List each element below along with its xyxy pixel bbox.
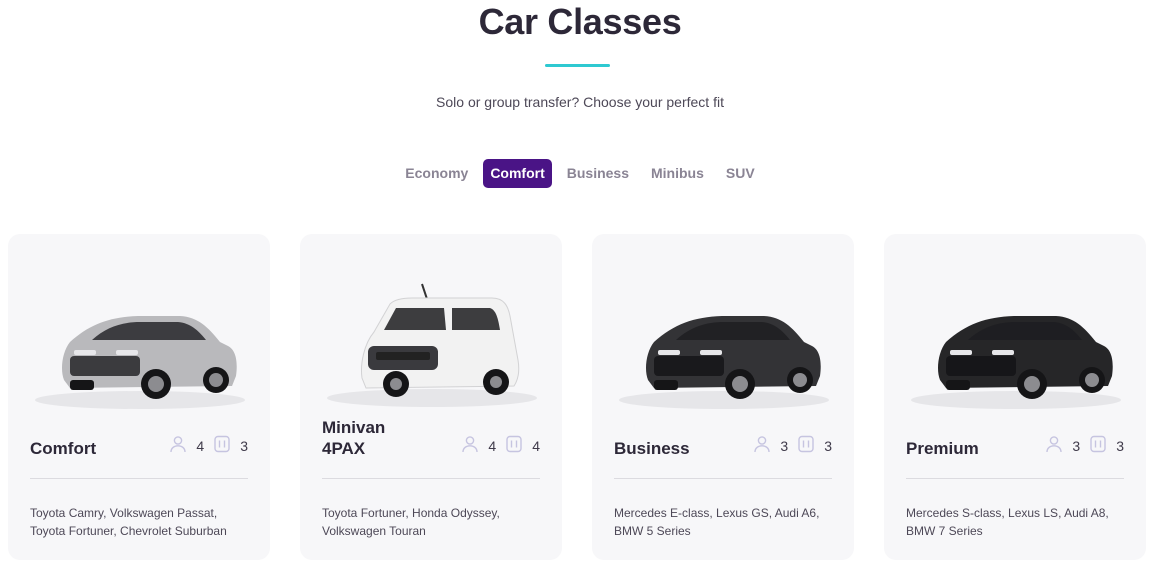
car-class-tabs: Economy Comfort Business Minibus SUV [0,159,1160,188]
card-header: Minivan 4PAX 4 4 [322,409,540,459]
luggage-count: 3 [1116,437,1124,454]
car-card-comfort[interactable]: Comfort 4 3 Toyota Camry, Volkswagen Pas… [8,234,270,560]
car-image [322,272,540,422]
title-underline [545,64,610,67]
passenger-count: 3 [780,437,789,454]
card-divider [906,478,1124,479]
car-models: Toyota Fortuner, Honda Odyssey, Volkswag… [322,506,500,538]
person-icon [460,434,480,457]
luggage-icon [504,434,524,457]
luggage-icon [212,434,232,457]
person-icon [1044,434,1064,457]
car-models: Mercedes E-class, Lexus GS, Audi A6, BMW… [614,506,820,538]
car-models: Mercedes S-class, Lexus LS, Audi A8, BMW… [906,506,1109,538]
card-header: Comfort 4 3 [30,409,248,459]
tab-business[interactable]: Business [560,159,636,188]
tab-suv[interactable]: SUV [719,159,762,188]
card-specs: 3 3 [752,434,832,459]
luggage-icon [1088,434,1108,457]
car-card-minivan[interactable]: Minivan 4PAX 4 4 Toyota Fortuner, Honda … [300,234,562,560]
car-image [30,272,248,422]
card-divider [30,478,248,479]
passenger-count: 4 [196,437,205,454]
card-title: Premium [906,439,979,458]
page-title: Car Classes [478,1,682,42]
tab-minibus[interactable]: Minibus [644,159,711,188]
luggage-count: 4 [532,437,540,454]
card-specs: 3 3 [1044,434,1124,459]
tab-comfort[interactable]: Comfort [483,159,552,188]
person-icon [168,434,188,457]
car-models: Toyota Camry, Volkswagen Passat, Toyota … [30,506,227,538]
passenger-count: 4 [488,437,497,454]
person-icon [752,434,772,457]
card-header: Business 3 3 [614,409,832,459]
card-specs: 4 4 [460,434,540,459]
car-class-cards: Comfort 4 3 Toyota Camry, Volkswagen Pas… [8,234,1146,560]
card-title: Comfort [30,439,97,458]
car-card-premium[interactable]: Premium 3 3 Mercedes S-class, Lexus LS, … [884,234,1146,560]
card-header: Premium 3 3 [906,409,1124,459]
car-image [614,272,832,422]
card-divider [322,478,540,479]
card-title: Business [614,439,690,458]
page-subtitle: Solo or group transfer? Choose your perf… [436,94,724,110]
tab-economy[interactable]: Economy [398,159,475,188]
car-card-business[interactable]: Business 3 3 Mercedes E-class, Lexus GS,… [592,234,854,560]
car-image [906,272,1124,422]
passenger-count: 3 [1072,437,1081,454]
card-divider [614,478,832,479]
luggage-count: 3 [824,437,832,454]
card-title: Minivan 4PAX [322,418,386,458]
luggage-icon [796,434,816,457]
luggage-count: 3 [240,437,248,454]
card-specs: 4 3 [168,434,248,459]
